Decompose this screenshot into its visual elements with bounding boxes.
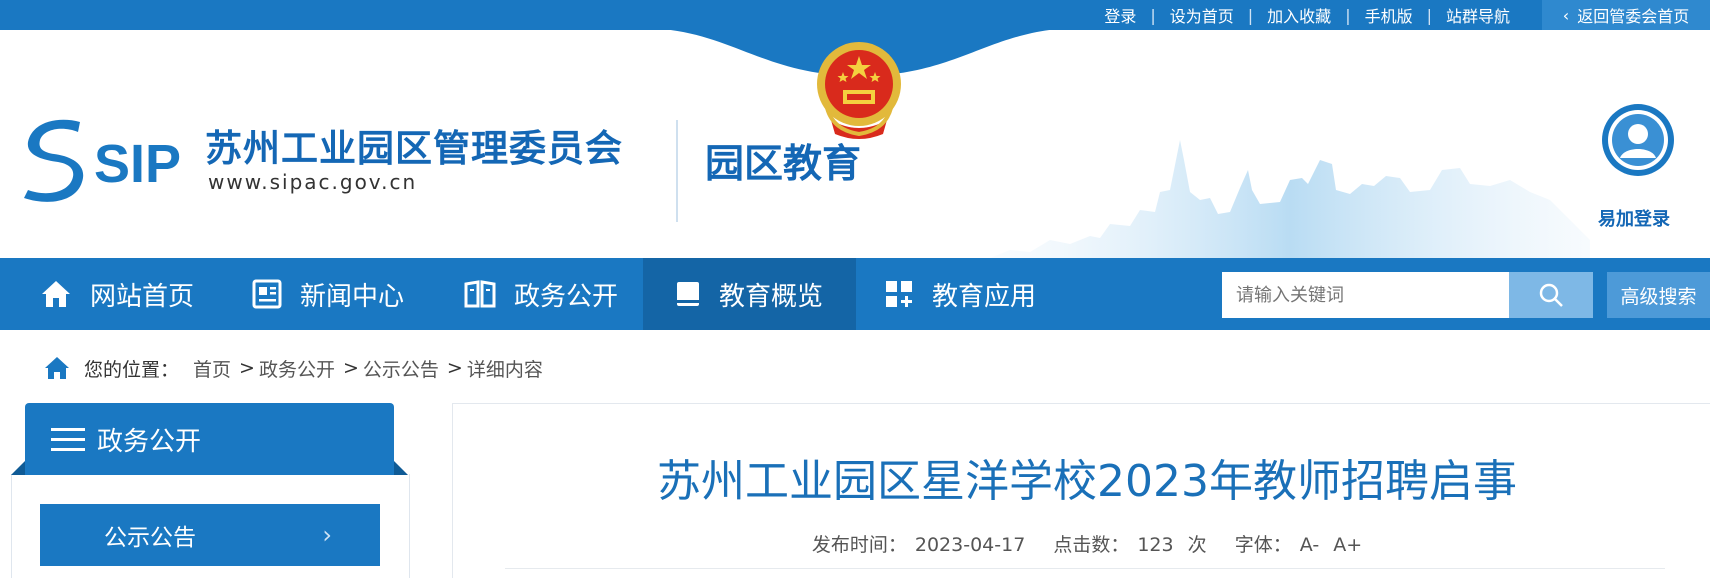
top-links: 登录 | 设为首页 | 加入收藏 | 手机版 | 站群导航	[1104, 0, 1510, 30]
breadcrumb-item-detail: 详细内容	[466, 358, 543, 381]
breadcrumb-separator: >	[342, 357, 359, 379]
chevron-right-icon: ›	[322, 521, 332, 549]
main-nav: 网站首页 新闻中心 政务公开 教育概览 教育应用 请输入关键词 高级搜索	[0, 258, 1710, 330]
menu-icon	[51, 428, 85, 451]
font-larger-button[interactable]: A+	[1333, 534, 1362, 556]
home-icon	[42, 281, 70, 307]
breadcrumb-item-gov-affairs[interactable]: 政务公开	[259, 355, 335, 382]
click-count-label: 点击数：	[1053, 534, 1130, 556]
national-emblem-icon	[817, 42, 901, 139]
set-homepage-link[interactable]: 设为首页	[1170, 3, 1234, 27]
breadcrumb-prefix: 您的位置：	[84, 358, 180, 381]
book-icon	[677, 282, 699, 306]
click-count-unit: 次	[1187, 534, 1207, 556]
breadcrumb-separator: >	[239, 357, 255, 379]
nav-label: 政务公开	[514, 281, 619, 312]
org-name: 苏州工业园区管理委员会	[205, 127, 623, 170]
breadcrumb-item-home[interactable]: 首页	[193, 355, 231, 382]
nav-label: 教育概览	[719, 281, 824, 312]
search-input[interactable]	[1222, 272, 1509, 318]
mobile-link[interactable]: 手机版	[1365, 3, 1413, 27]
click-count: 123	[1137, 534, 1174, 556]
divider: |	[1345, 5, 1351, 25]
breadcrumb-item-notices[interactable]: 公示公告	[363, 355, 439, 382]
sidebar-item-notices[interactable]: 公示公告 ›	[40, 504, 380, 566]
nav-item-news[interactable]: 新闻中心	[252, 258, 404, 330]
divider: |	[1247, 5, 1254, 25]
back-to-committee-home-button[interactable]: ‹ 返回管委会首页	[1542, 0, 1710, 30]
add-favorite-link[interactable]: 加入收藏	[1267, 3, 1331, 27]
breadcrumb: 您的位置： 首页 > 政务公开 > 公示公告 > 详细内容	[44, 353, 543, 383]
sip-logo-text: SIP	[94, 134, 181, 194]
nav-label: 新闻中心	[300, 281, 405, 312]
book-open-icon	[464, 280, 496, 308]
publish-date-label: 发布时间：	[811, 534, 907, 556]
home-icon	[45, 357, 69, 379]
city-skyline-illustration	[990, 140, 1590, 258]
apps-icon	[886, 281, 912, 307]
meta-divider	[505, 568, 1665, 569]
article-title: 苏州工业园区星洋学校2023年教师招聘启事	[657, 456, 1517, 507]
nav-item-gov-affairs[interactable]: 政务公开	[464, 258, 618, 330]
back-home-label: 返回管委会首页	[1577, 7, 1690, 26]
publish-date: 2023-04-17	[914, 534, 1026, 556]
org-url: www.sipac.gov.cn	[208, 170, 418, 194]
ribbon-ear-left	[11, 461, 25, 475]
site-group-nav-link[interactable]: 站群导航	[1446, 3, 1510, 27]
nav-item-home[interactable]: 网站首页	[40, 258, 204, 330]
ribbon-ear-right	[394, 461, 408, 475]
article-meta: 发布时间： 2023-04-17 点击数： 123 次 字体： A- A+	[452, 530, 1710, 557]
sidebar-title: 政务公开	[97, 426, 202, 457]
search-icon	[1539, 283, 1563, 307]
divider: |	[1150, 5, 1156, 25]
search-button[interactable]	[1509, 272, 1593, 318]
site-header: SIP 苏州工业园区管理委员会 www.sipac.gov.cn 园区教育 易加…	[0, 30, 1710, 258]
nav-label: 网站首页	[90, 281, 195, 312]
nav-item-education-apps[interactable]: 教育应用	[884, 258, 1036, 330]
header-divider	[676, 120, 678, 222]
news-icon	[252, 279, 282, 309]
sip-logo: SIP	[24, 119, 181, 202]
divider: |	[1426, 5, 1432, 25]
user-avatar-icon[interactable]	[1600, 102, 1676, 178]
font-smaller-button[interactable]: A-	[1300, 534, 1319, 556]
nav-item-education-overview[interactable]: 教育概览	[643, 258, 856, 330]
yijia-login-link[interactable]: 易加登录	[1598, 205, 1670, 231]
chevron-left-icon: ‹	[1562, 5, 1570, 25]
login-link[interactable]: 登录	[1104, 3, 1136, 27]
site-title: 园区教育	[705, 142, 862, 187]
font-size-label: 字体：	[1234, 534, 1292, 556]
top-bar: 登录 | 设为首页 | 加入收藏 | 手机版 | 站群导航 ‹ 返回管委会首页	[0, 0, 1710, 30]
sidebar-item-label: 公示公告	[104, 525, 196, 551]
sidebar-header: 政务公开	[11, 403, 408, 475]
advanced-search-button[interactable]: 高级搜索	[1607, 272, 1710, 318]
nav-label: 教育应用	[932, 281, 1037, 312]
breadcrumb-separator: >	[446, 357, 463, 379]
